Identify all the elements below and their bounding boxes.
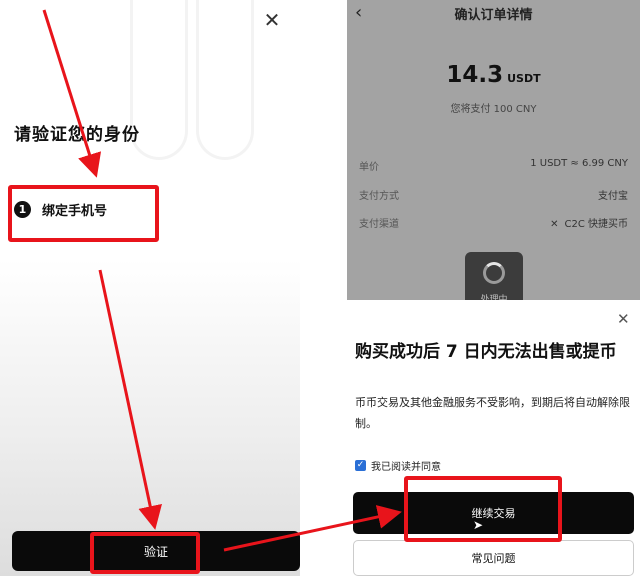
arrow-to-verify: [98, 269, 162, 530]
arrow-to-continue: [223, 505, 402, 552]
annotation-arrows: [42, 9, 402, 552]
arrow-to-step: [42, 9, 102, 178]
